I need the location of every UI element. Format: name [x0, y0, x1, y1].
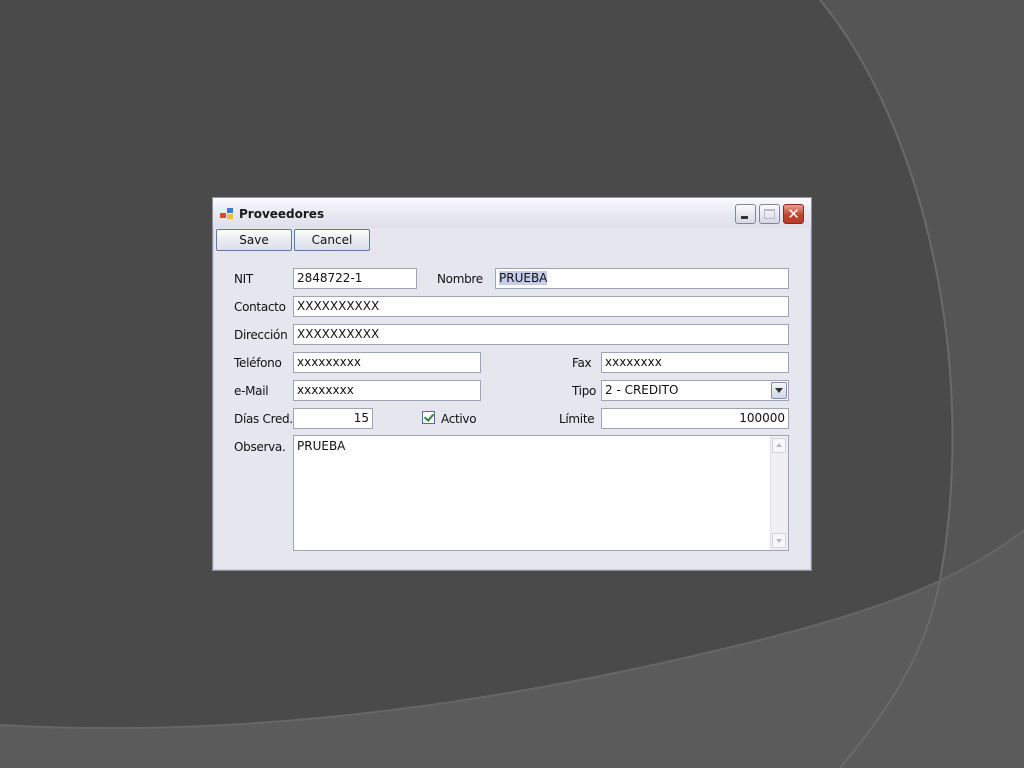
- scroll-up-arrow-icon[interactable]: [772, 438, 786, 453]
- app-window-icon[interactable]: [220, 208, 234, 220]
- dias-cred-field[interactable]: 15: [293, 408, 373, 429]
- nombre-selected-text: PRUEBA: [499, 271, 548, 285]
- observa-text: PRUEBA: [297, 439, 346, 453]
- fax-field[interactable]: xxxxxxxx: [601, 352, 789, 373]
- contacto-label: Contacto: [234, 300, 286, 314]
- telefono-label: Teléfono: [234, 356, 282, 370]
- proveedores-window: Proveedores ✕ Save Cancel NIT 2848722-1 …: [212, 197, 812, 571]
- email-label: e-Mail: [234, 384, 269, 398]
- nombre-field[interactable]: PRUEBA: [495, 268, 789, 289]
- tipo-label: Tipo: [572, 384, 597, 398]
- limite-label: Límite: [559, 412, 595, 426]
- fax-label: Fax: [572, 356, 592, 370]
- activo-label[interactable]: Activo: [441, 412, 477, 426]
- observa-textarea[interactable]: PRUEBA: [293, 435, 789, 551]
- tipo-select[interactable]: 2 - CREDITO: [601, 380, 789, 401]
- minimize-button[interactable]: [735, 204, 756, 224]
- email-field[interactable]: xxxxxxxx: [293, 380, 481, 401]
- limite-field[interactable]: 100000: [601, 408, 789, 429]
- dias-cred-label: Días Cred.: [234, 412, 293, 426]
- chevron-down-icon[interactable]: [771, 382, 787, 399]
- nit-field[interactable]: 2848722-1: [293, 268, 417, 289]
- title-bar[interactable]: Proveedores ✕: [213, 198, 811, 228]
- minimize-icon: [741, 216, 748, 219]
- save-button[interactable]: Save: [216, 229, 292, 251]
- window-title: Proveedores: [239, 207, 325, 221]
- close-button[interactable]: ✕: [783, 204, 804, 224]
- nit-label: NIT: [234, 272, 253, 286]
- nombre-label: Nombre: [437, 272, 483, 286]
- scroll-down-arrow-icon[interactable]: [772, 533, 786, 548]
- observa-label: Observa.: [234, 440, 286, 454]
- tipo-selected-value: 2 - CREDITO: [605, 383, 679, 397]
- direccion-field[interactable]: XXXXXXXXXX: [293, 324, 789, 345]
- maximize-button[interactable]: [759, 204, 780, 224]
- maximize-icon: [764, 209, 775, 219]
- activo-checkbox[interactable]: [422, 411, 435, 424]
- observa-scrollbar[interactable]: [770, 436, 788, 550]
- close-icon: ✕: [787, 205, 800, 223]
- contacto-field[interactable]: XXXXXXXXXX: [293, 296, 789, 317]
- telefono-field[interactable]: xxxxxxxxx: [293, 352, 481, 373]
- direccion-label: Dirección: [234, 328, 288, 342]
- cancel-button[interactable]: Cancel: [294, 229, 370, 251]
